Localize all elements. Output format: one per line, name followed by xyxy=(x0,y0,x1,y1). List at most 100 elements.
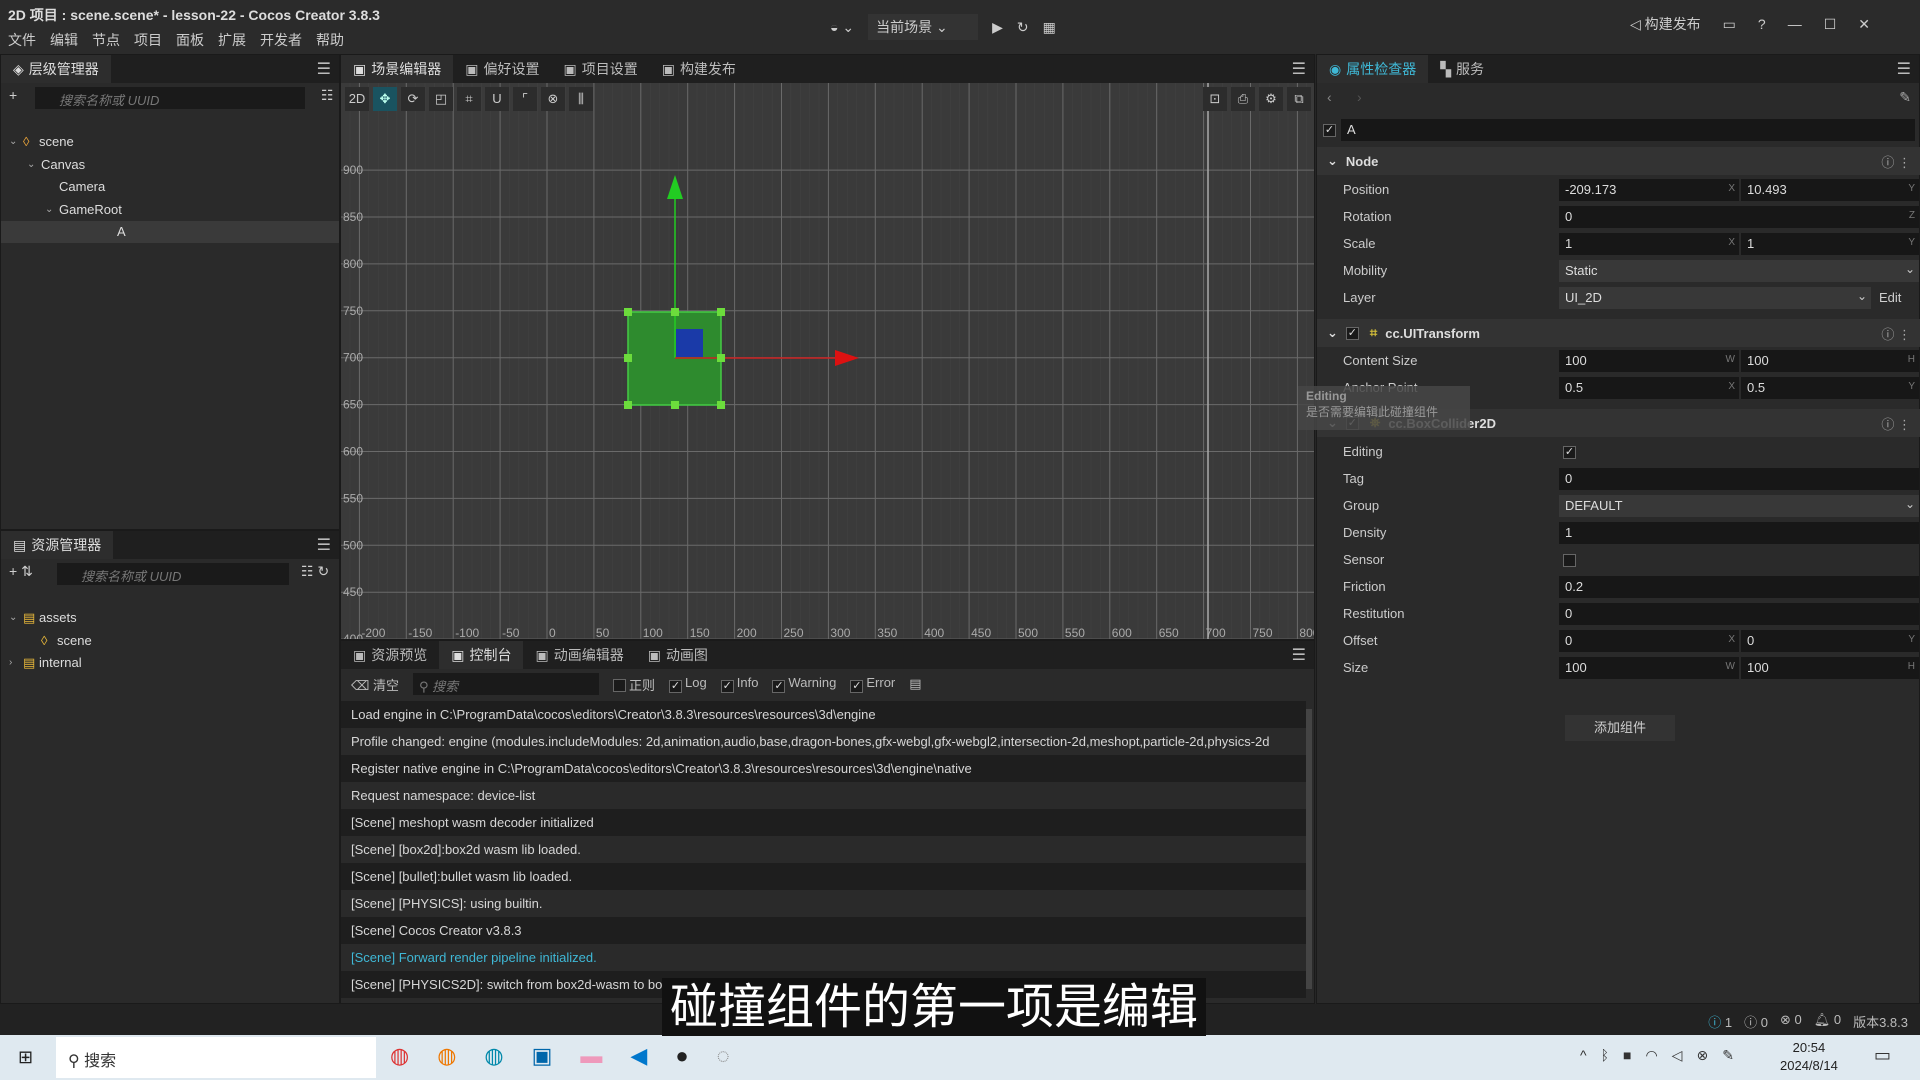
filter-error[interactable]: ✓ Error xyxy=(850,675,895,693)
folder-icon[interactable]: ▭ xyxy=(1723,16,1736,33)
menu-edit[interactable]: 编辑 xyxy=(50,30,78,50)
camera-icon[interactable]: ⎙ xyxy=(1231,87,1255,111)
wifi-icon[interactable]: ◠ xyxy=(1645,1047,1657,1064)
info-count[interactable]: ⓘ 1 xyxy=(1708,1012,1732,1031)
tab-3[interactable]: ▣ 动画图 xyxy=(636,641,720,669)
tab-2[interactable]: ▣ 动画编辑器 xyxy=(523,641,635,669)
checkbox[interactable]: ✓ xyxy=(772,680,786,693)
chevron-down-icon[interactable]: › xyxy=(9,652,12,674)
chevron-down-icon[interactable]: ⌄ xyxy=(1327,325,1338,341)
property-field[interactable]: 1X xyxy=(1559,233,1739,255)
chevron-down-icon[interactable]: ⌄ xyxy=(1327,153,1338,169)
property-checkbox[interactable]: ✓ xyxy=(1563,446,1576,459)
assets-search-input[interactable]: 搜索名称或 UUID xyxy=(57,563,289,585)
tree-item[interactable]: ⌄ ▤ assets xyxy=(1,607,339,629)
scene-select[interactable]: 当前场景 ⌄ xyxy=(868,14,979,40)
tree-item[interactable]: A xyxy=(1,221,339,243)
panel-menu-icon[interactable]: ☰ xyxy=(1292,645,1306,665)
back-icon[interactable]: ‹ xyxy=(1327,89,1332,105)
menu-panel[interactable]: 面板 xyxy=(176,30,204,50)
property-field[interactable]: 1 xyxy=(1559,522,1919,544)
align-icon[interactable]: ⫼ xyxy=(569,87,593,111)
refresh-icon[interactable]: ☷ ↻ xyxy=(301,563,329,580)
view-icon[interactable]: ⊡ xyxy=(1203,87,1227,111)
play-icon[interactable]: ▶ xyxy=(992,19,1003,36)
refresh-icon[interactable]: ↻ xyxy=(1017,19,1029,36)
pin-icon[interactable]: ✎ xyxy=(1899,89,1911,106)
error-count[interactable]: ⊗ 0 xyxy=(1780,1012,1802,1031)
move-tool-icon[interactable]: ✥ xyxy=(373,87,397,111)
rect-tool-icon[interactable]: ⌗ xyxy=(457,87,481,111)
vscode-icon[interactable]: ◀ xyxy=(630,1043,647,1069)
taskbar-search-input[interactable]: ⚲ 搜索 xyxy=(56,1037,376,1078)
console-search-input[interactable]: ⚲ 搜索 xyxy=(413,673,600,695)
pen-icon[interactable]: ✎ xyxy=(1722,1047,1734,1064)
firefox-icon[interactable]: ◍ xyxy=(437,1043,456,1069)
bluetooth-icon[interactable]: ᛒ xyxy=(1601,1047,1609,1064)
tab-services[interactable]: ▚ 服务 xyxy=(1428,55,1496,83)
tree-item[interactable]: › ▤ internal xyxy=(1,652,339,674)
help-icon[interactable]: ⓘ ⋮ xyxy=(1881,414,1911,433)
checkbox[interactable]: ✓ xyxy=(720,680,734,693)
property-field[interactable]: 100 H xyxy=(1741,350,1919,372)
snap-icon[interactable]: U xyxy=(485,87,509,111)
notification-icon[interactable]: ▭ xyxy=(1874,1045,1891,1066)
component-enabled-checkbox[interactable]: ✓ xyxy=(1345,326,1359,340)
panel-menu-icon[interactable]: ☰ xyxy=(317,59,331,79)
rotate-tool-icon[interactable]: ⟳ xyxy=(401,87,425,111)
property-field[interactable]: UI_2D ⌄ xyxy=(1559,287,1871,309)
console-scrollbar[interactable] xyxy=(1306,709,1312,989)
system-tray[interactable]: ^ ᛒ ■ ◠ ◁ ⊗ ✎ xyxy=(1580,1047,1734,1064)
preview-platform-icon[interactable]: ◒ ⌄ xyxy=(830,19,854,36)
filter-log[interactable]: ✓ Log xyxy=(669,675,707,693)
panel-menu-icon[interactable]: ☰ xyxy=(317,535,331,555)
tab-0[interactable]: ▣ 场景编辑器 xyxy=(341,55,454,83)
add-icon[interactable]: + xyxy=(9,87,17,103)
tab-inspector[interactable]: ◉ 属性检查器 xyxy=(1317,55,1429,83)
nvidia-icon[interactable]: ■ xyxy=(1623,1047,1631,1064)
edit-layer-button[interactable]: Edit xyxy=(1879,290,1901,305)
clear-button[interactable]: ⌫ 清空 xyxy=(351,675,399,694)
menu-project[interactable]: 项目 xyxy=(134,30,162,50)
panel-menu-icon[interactable]: ☰ xyxy=(1897,59,1911,79)
qrcode-icon[interactable]: ▦ xyxy=(1043,19,1056,36)
checkbox[interactable]: ✓ xyxy=(669,680,683,693)
help-icon[interactable]: ⓘ ⋮ xyxy=(1881,152,1911,171)
property-field[interactable]: -209.173 X xyxy=(1559,179,1739,201)
settings-icon[interactable]: ⚙ xyxy=(1259,87,1283,111)
menu-node[interactable]: 节点 xyxy=(92,30,120,50)
scale-tool-icon[interactable]: ◰ xyxy=(429,87,453,111)
export-log-icon[interactable]: ▤ xyxy=(909,676,921,692)
chevron-down-icon[interactable]: ⌄ xyxy=(9,131,17,153)
scene-editor[interactable]: ▣ 场景编辑器 ▣ 偏好设置 ▣ 项目设置 ▣ 构建发布 ☰ -200 -150 -100 -50 0… xyxy=(340,54,1315,640)
menu-help[interactable]: 帮助 xyxy=(316,30,344,50)
component-header-node[interactable]: ⌄ Node ⓘ ⋮ xyxy=(1317,147,1920,175)
add-icon[interactable]: + ⇅ xyxy=(9,563,33,580)
coordinate-icon[interactable]: ⊗ xyxy=(541,87,565,111)
property-field[interactable]: 0Y xyxy=(1741,630,1919,652)
property-field[interactable]: 0.5 X xyxy=(1559,377,1739,399)
app-icon[interactable]: ● xyxy=(675,1043,688,1069)
tab-0[interactable]: ▣ 资源预览 xyxy=(341,641,439,669)
node-name-input[interactable]: A xyxy=(1341,119,1915,141)
tree-item[interactable]: ◊ scene xyxy=(1,630,339,652)
property-field[interactable]: 0.5 Y xyxy=(1741,377,1919,399)
tab-3[interactable]: ▣ 构建发布 xyxy=(650,55,748,83)
build-button[interactable]: ◁ 构建发布 xyxy=(1630,14,1701,34)
gizmo-icon[interactable]: ⧉ xyxy=(1287,87,1311,111)
property-field[interactable]: 0Z xyxy=(1559,206,1919,228)
chrome-icon[interactable]: ◍ xyxy=(390,1043,409,1069)
menu-extension[interactable]: 扩展 xyxy=(218,30,246,50)
chevron-down-icon[interactable]: ⌄ xyxy=(9,607,17,629)
chevron-up-icon[interactable]: ^ xyxy=(1580,1047,1587,1064)
node-active-checkbox[interactable]: ✓ xyxy=(1323,124,1336,137)
checkbox[interactable]: ✓ xyxy=(850,680,864,693)
component-header-ui-transform[interactable]: ⌄ ✓ ⌗ cc.UITransform ⓘ ⋮ xyxy=(1317,319,1920,347)
minimize-icon[interactable]: — xyxy=(1788,16,1802,32)
menu-file[interactable]: 文件 xyxy=(8,30,36,50)
property-field[interactable]: Static ⌄ xyxy=(1559,260,1919,282)
notification-count[interactable]: 🔔︎ 0 xyxy=(1814,1012,1841,1031)
tab-1[interactable]: ▣ 控制台 xyxy=(439,641,524,669)
tree-item[interactable]: Camera xyxy=(1,176,339,198)
tab-assets[interactable]: ▤ 资源管理器 xyxy=(1,531,114,559)
